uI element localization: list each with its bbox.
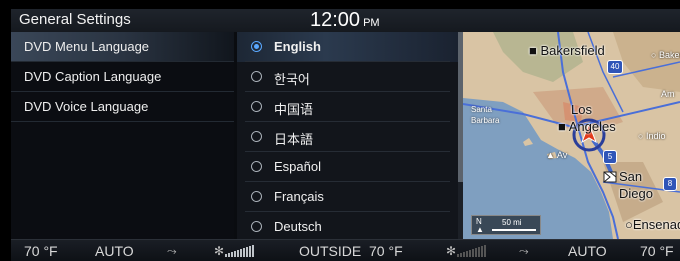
radio-selected-icon[interactable] [251, 41, 262, 52]
head-unit-screen: General Settings 12:00 PM DVD Menu Langua… [11, 9, 680, 261]
fan-speed-right-icon[interactable] [457, 245, 486, 257]
map-label-los-angeles-1: Los [571, 102, 592, 117]
radio-icon[interactable] [251, 101, 262, 112]
map-label-ensenada: ○Ensenad [625, 217, 680, 232]
settings-menu: DVD Menu Language DVD Caption Language D… [11, 32, 234, 239]
scale-distance: 50 mi [502, 218, 522, 227]
clock-ampm: PM [363, 17, 380, 29]
map-label-indio: ○ Indio [638, 131, 666, 141]
menu-item-label: DVD Voice Language [24, 99, 149, 114]
navigation-map[interactable]: ■ Bakersfield ○ Baker Am Santa Barbara L… [463, 32, 680, 239]
clock: 12:00 PM [310, 9, 380, 32]
left-temperature[interactable]: 70 °F [24, 243, 58, 259]
map-label-baker: ○ Baker [651, 50, 680, 60]
map-label-san-diego-1: San [619, 169, 643, 184]
radio-icon[interactable] [251, 161, 262, 172]
top-bar: General Settings 12:00 PM [11, 9, 680, 32]
highway-8-shield-icon: 8 [663, 177, 677, 191]
language-option-list: English 한국어 中国语 日本語 Español Français Deu… [237, 32, 458, 242]
map-label-am: Am [661, 89, 675, 99]
radio-icon[interactable] [251, 191, 262, 202]
right-temperature[interactable]: 70 °F [640, 243, 674, 259]
left-auto-mode[interactable]: AUTO [95, 243, 134, 259]
option-label: Français [274, 189, 324, 204]
north-arrow-icon: ▲ [476, 225, 484, 234]
fan-speed-icon[interactable] [225, 245, 254, 257]
radio-icon[interactable] [251, 131, 262, 142]
option-label: Deutsch [274, 219, 322, 234]
language-option-spanish[interactable]: Español [237, 152, 458, 182]
language-option-chinese[interactable]: 中国语 [237, 92, 458, 122]
map-label-santa-barbara: Santa Barbara [471, 105, 500, 125]
scale-bar [492, 229, 536, 231]
map-label-av: ▲ Av [546, 150, 568, 160]
outside-temperature: OUTSIDE 70 °F [299, 243, 403, 259]
right-auto-mode[interactable]: AUTO [568, 243, 607, 259]
menu-item-label: DVD Menu Language [24, 39, 150, 54]
page-title: General Settings [19, 11, 131, 28]
menu-item-dvd-voice-language[interactable]: DVD Voice Language [11, 92, 234, 122]
menu-item-dvd-caption-language[interactable]: DVD Caption Language [11, 62, 234, 92]
map-label-los-angeles-2: ■ Angeles [558, 119, 616, 134]
radio-icon[interactable] [251, 221, 262, 232]
climate-bar: 70 °F AUTO ⤳ ✻ OUTSIDE 70 °F ✻ ⤳ AUTO 70… [11, 239, 680, 261]
option-label: 한국어 [274, 72, 310, 87]
clock-time: 12:00 [310, 9, 361, 31]
airflow-direction-icon[interactable]: ⤳ [167, 244, 177, 259]
map-scale: N ▲ 50 mi [471, 215, 541, 235]
fan-icon-right[interactable]: ✻ [446, 244, 456, 258]
language-option-french[interactable]: Français [237, 182, 458, 212]
language-option-korean[interactable]: 한국어 [237, 62, 458, 92]
language-option-english[interactable]: English [237, 32, 458, 62]
option-label: 中国语 [274, 102, 314, 117]
highway-40-shield-icon: 40 [607, 60, 623, 74]
option-label: Español [274, 159, 321, 174]
option-label: 日本語 [274, 132, 314, 147]
menu-item-dvd-menu-language[interactable]: DVD Menu Language [11, 32, 234, 62]
language-option-german[interactable]: Deutsch [237, 212, 458, 242]
map-label-san-diego-2: Diego [619, 186, 653, 201]
fan-icon[interactable]: ✻ [214, 244, 224, 258]
map-label-bakersfield: ■ Bakersfield [529, 43, 605, 58]
airflow-direction-right-icon[interactable]: ⤳ [519, 244, 529, 259]
option-label: English [274, 39, 321, 54]
language-option-japanese[interactable]: 日本語 [237, 122, 458, 152]
menu-item-label: DVD Caption Language [24, 69, 162, 84]
radio-icon[interactable] [251, 71, 262, 82]
highway-5-shield-icon: 5 [603, 150, 617, 164]
